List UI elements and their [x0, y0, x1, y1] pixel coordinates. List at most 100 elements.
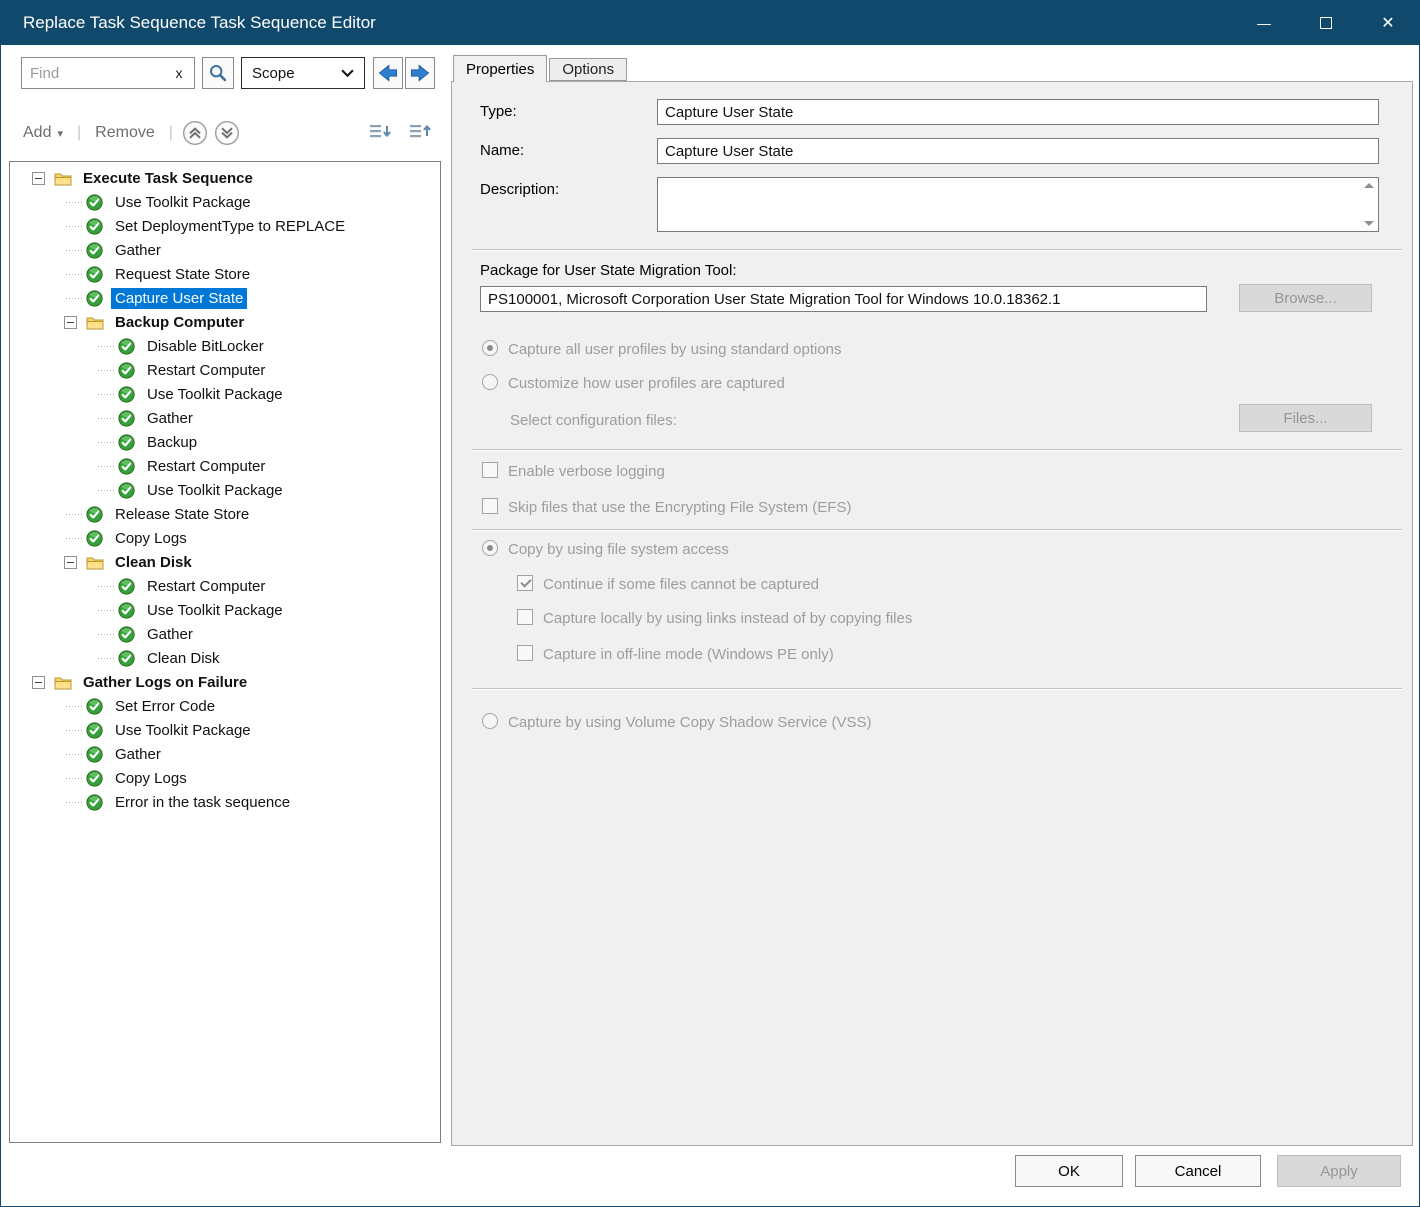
tab-properties[interactable]: Properties: [453, 55, 547, 82]
checkbox-skip-efs[interactable]: [482, 498, 498, 514]
find-next-button[interactable]: [405, 57, 435, 89]
tree-expander-icon[interactable]: [64, 550, 86, 574]
expand-all-icon: [368, 122, 392, 144]
tree-toolbar-right: [365, 122, 441, 144]
radio-customize-profiles[interactable]: [482, 374, 498, 390]
radio-standard-options[interactable]: [482, 340, 498, 356]
tree-item-label: Restart Computer: [143, 456, 269, 477]
tree-step-row[interactable]: Restart Computer: [10, 358, 440, 382]
step-check-icon: [118, 410, 137, 427]
tree-connector: [96, 454, 118, 478]
tree-group-row[interactable]: Clean Disk: [10, 550, 440, 574]
tree-step-row[interactable]: Backup: [10, 430, 440, 454]
tree-item-label: Request State Store: [111, 264, 254, 285]
tree-connector: [64, 766, 86, 790]
collapse-all-icon: [408, 122, 432, 144]
close-button[interactable]: ✕: [1357, 1, 1419, 45]
tree-toolbar: Add ▾ | Remove |: [15, 115, 441, 151]
search-button[interactable]: [202, 57, 234, 89]
tree-step-row[interactable]: Use Toolkit Package: [10, 478, 440, 502]
tree-step-row[interactable]: Use Toolkit Package: [10, 598, 440, 622]
checkbox-verbose-logging[interactable]: [482, 462, 498, 478]
tree-item-label: Execute Task Sequence: [79, 168, 257, 189]
tab-bar: Properties Options: [453, 55, 627, 82]
tree-step-row[interactable]: Set DeploymentType to REPLACE: [10, 214, 440, 238]
separator-line: [472, 688, 1402, 690]
description-label: Description:: [480, 181, 559, 198]
maximize-icon: [1320, 17, 1332, 29]
tree-step-row[interactable]: Copy Logs: [10, 766, 440, 790]
tree-item-label: Copy Logs: [111, 768, 191, 789]
tree-step-row[interactable]: Gather: [10, 406, 440, 430]
browse-button[interactable]: Browse...: [1239, 284, 1372, 312]
collapse-all-button[interactable]: [405, 122, 435, 144]
tree-group-row[interactable]: Gather Logs on Failure: [10, 670, 440, 694]
apply-button[interactable]: Apply: [1277, 1155, 1401, 1187]
tree-step-row[interactable]: Use Toolkit Package: [10, 382, 440, 406]
task-sequence-tree[interactable]: Execute Task SequenceUse Toolkit Package…: [9, 161, 441, 1143]
checkbox-continue-if-files-fail[interactable]: [517, 575, 533, 591]
step-check-icon: [86, 506, 105, 523]
ok-button[interactable]: OK: [1015, 1155, 1123, 1187]
tree-item-label: Use Toolkit Package: [143, 384, 287, 405]
type-input[interactable]: [657, 99, 1379, 125]
checkbox-capture-locally-label: Capture locally by using links instead o…: [543, 610, 912, 627]
tree-group-row[interactable]: Execute Task Sequence: [10, 166, 440, 190]
task-sequence-editor-window: Replace Task Sequence Task Sequence Edit…: [0, 0, 1420, 1207]
step-check-icon: [86, 218, 105, 235]
tab-options[interactable]: Options: [549, 58, 627, 81]
description-scrollbar[interactable]: [1360, 179, 1377, 230]
expand-all-button[interactable]: [365, 122, 395, 144]
tree-step-row[interactable]: Error in the task sequence: [10, 790, 440, 814]
tree-step-row[interactable]: Gather: [10, 622, 440, 646]
move-up-button[interactable]: [179, 120, 211, 146]
tree-step-row[interactable]: Restart Computer: [10, 574, 440, 598]
tree-step-row[interactable]: Use Toolkit Package: [10, 718, 440, 742]
tree-step-row[interactable]: Restart Computer: [10, 454, 440, 478]
scope-dropdown[interactable]: Scope: [241, 57, 365, 89]
minimize-button[interactable]: —: [1233, 1, 1295, 45]
tree-expander-icon[interactable]: [32, 166, 54, 190]
tree-step-row[interactable]: Set Error Code: [10, 694, 440, 718]
radio-vss-label: Capture by using Volume Copy Shadow Serv…: [508, 714, 872, 731]
tree-expander-icon[interactable]: [32, 670, 54, 694]
checkbox-offline-mode[interactable]: [517, 645, 533, 661]
scroll-up-icon[interactable]: [1364, 183, 1374, 188]
tree-item-label: Clean Disk: [111, 552, 196, 573]
checkbox-capture-locally[interactable]: [517, 609, 533, 625]
add-button[interactable]: Add ▾: [15, 124, 71, 142]
tree-step-row[interactable]: Release State Store: [10, 502, 440, 526]
tree-connector: [96, 406, 118, 430]
scroll-down-icon[interactable]: [1364, 221, 1374, 226]
step-check-icon: [86, 530, 105, 547]
tree-group-row[interactable]: Backup Computer: [10, 310, 440, 334]
clear-find-button[interactable]: x: [167, 57, 191, 89]
remove-button[interactable]: Remove: [87, 124, 163, 142]
radio-file-system-access[interactable]: [482, 540, 498, 556]
toolbar-separator: |: [163, 124, 179, 142]
tree-step-row[interactable]: Disable BitLocker: [10, 334, 440, 358]
arrow-left-icon: [377, 64, 399, 82]
package-input[interactable]: [480, 286, 1207, 312]
find-previous-button[interactable]: [373, 57, 403, 89]
tree-step-row[interactable]: Request State Store: [10, 262, 440, 286]
move-down-button[interactable]: [211, 120, 243, 146]
tree-step-row[interactable]: Gather: [10, 238, 440, 262]
tree-item-label: Use Toolkit Package: [111, 720, 255, 741]
tree-connector: [64, 694, 86, 718]
properties-panel: Type: Name: Description: Package for Use…: [451, 81, 1413, 1146]
tree-step-row[interactable]: Gather: [10, 742, 440, 766]
tree-step-row[interactable]: Clean Disk: [10, 646, 440, 670]
description-textarea[interactable]: [657, 177, 1379, 232]
maximize-button[interactable]: [1295, 1, 1357, 45]
files-button[interactable]: Files...: [1239, 404, 1372, 432]
step-check-icon: [118, 650, 137, 667]
tree-expander-icon[interactable]: [64, 310, 86, 334]
name-input[interactable]: [657, 138, 1379, 164]
tree-step-row[interactable]: Use Toolkit Package: [10, 190, 440, 214]
tree-step-row[interactable]: Capture User State: [10, 286, 440, 310]
cancel-button[interactable]: Cancel: [1135, 1155, 1261, 1187]
radio-vss[interactable]: [482, 713, 498, 729]
tree-step-row[interactable]: Copy Logs: [10, 526, 440, 550]
tree-connector: [64, 214, 86, 238]
